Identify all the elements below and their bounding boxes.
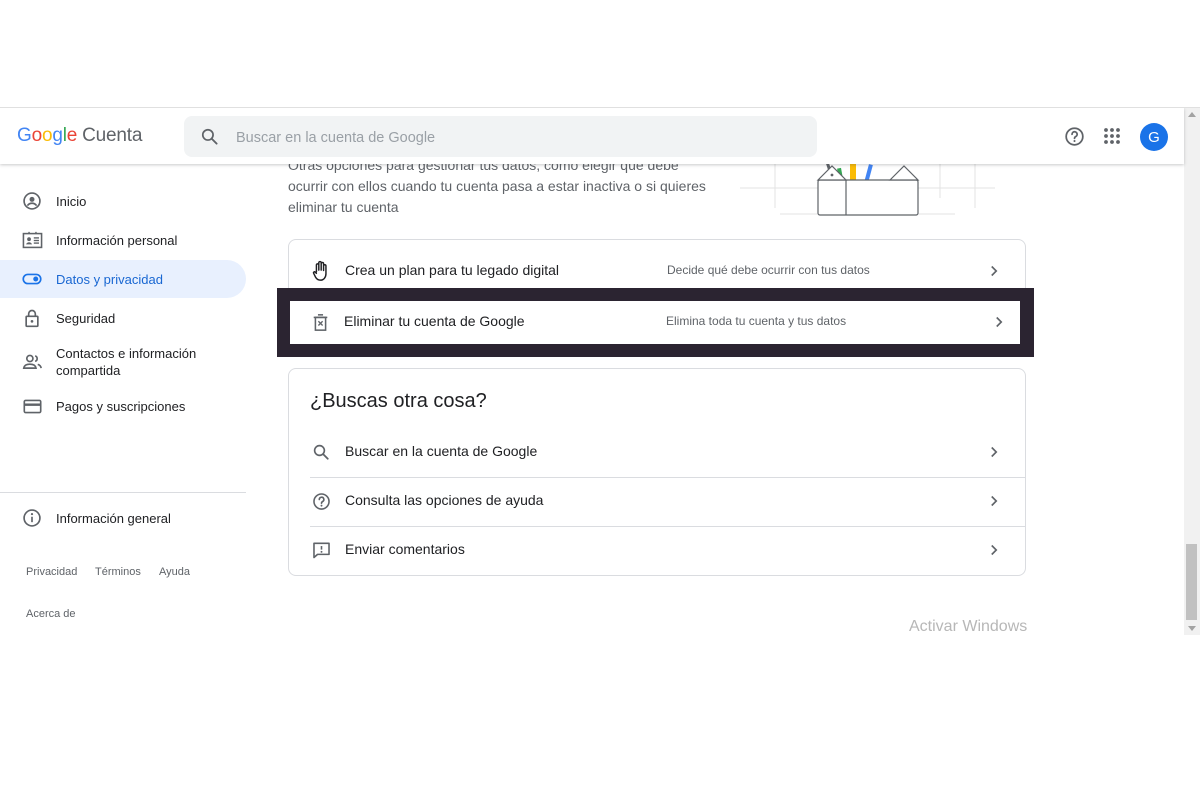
sidebar-item-label: Información personal — [56, 232, 178, 248]
chevron-right-icon — [996, 316, 1003, 328]
option-title: Consulta las opciones de ayuda — [345, 492, 544, 508]
sidebar-item-label: Inicio — [56, 193, 87, 209]
option-title: Enviar comentarios — [345, 541, 465, 557]
footer-terms-link[interactable]: Términos — [95, 566, 141, 578]
page-scrollbar[interactable] — [1184, 108, 1200, 635]
browser-viewport: GoogleCuenta G Inicio — [0, 107, 1200, 635]
windows-activation-watermark: Activar Windows — [909, 618, 1028, 635]
people-icon — [21, 351, 43, 373]
card-title: ¿Buscas otra cosa? — [310, 390, 487, 412]
sidebar-item-seguridad[interactable]: Seguridad — [0, 299, 246, 337]
highlight-box: Eliminar tu cuenta de Google Elimina tod… — [277, 288, 1034, 357]
footer-about-link[interactable]: Acerca de — [26, 608, 76, 620]
sidebar-item-label: Datos y privacidad — [56, 271, 163, 287]
sidebar-divider — [0, 492, 246, 493]
help-icon[interactable] — [1063, 125, 1085, 147]
sidebar-item-label: Pagos y suscripciones — [56, 398, 186, 414]
search-box[interactable] — [184, 116, 817, 159]
sidebar-item-pagos[interactable]: Pagos y suscripciones — [0, 387, 246, 425]
scroll-up-arrow-icon[interactable] — [1188, 112, 1196, 117]
sidebar-nav: Inicio Información personal Datos y priv… — [0, 164, 246, 634]
delete-account-row-content[interactable]: Eliminar tu cuenta de Google Elimina tod… — [288, 298, 1024, 347]
option-title: Crea un plan para tu legado digital — [345, 262, 560, 278]
option-title: Eliminar tu cuenta de Google — [344, 313, 525, 329]
feedback-icon — [310, 539, 332, 561]
footer-help-link[interactable]: Ayuda — [159, 566, 190, 578]
avatar[interactable]: G — [1140, 123, 1168, 151]
sidebar-item-contactos[interactable]: Contactos e información compartida — [0, 338, 246, 386]
apps-grid-icon[interactable] — [1101, 125, 1123, 147]
option-description: Decide qué debe ocurrir con tus datos — [667, 263, 870, 277]
delete-icon — [309, 311, 331, 333]
scroll-down-arrow-icon[interactable] — [1188, 626, 1196, 631]
option-title: Buscar en la cuenta de Google — [345, 443, 538, 459]
lock-icon — [21, 307, 43, 329]
sidebar-item-inicio[interactable]: Inicio — [0, 182, 246, 220]
help-icon — [310, 490, 332, 512]
scrollbar-thumb[interactable] — [1186, 544, 1197, 620]
top-bar: GoogleCuenta G — [0, 108, 1184, 164]
chevron-right-icon — [991, 446, 998, 458]
id-card-icon — [21, 229, 43, 251]
sidebar-item-label: Información general — [56, 510, 171, 526]
google-account-logo[interactable]: Google Cuenta — [17, 125, 142, 147]
account-circle-icon — [21, 190, 43, 212]
product-name: Cuenta — [82, 125, 143, 146]
option-description: Elimina toda tu cuenta y tus datos — [666, 314, 847, 328]
sidebar-item-label: Contactos e información compartida — [56, 346, 197, 378]
toggle-icon — [21, 268, 43, 290]
chevron-right-icon — [991, 544, 998, 556]
search-icon — [310, 441, 332, 463]
chevron-right-icon — [991, 265, 998, 277]
hand-icon — [310, 260, 332, 282]
section-description: Otras opciones para gestionar tus datos,… — [288, 157, 706, 215]
chevron-right-icon — [991, 495, 998, 507]
sidebar-item-informacion-personal[interactable]: Información personal — [0, 221, 246, 259]
sidebar-item-informacion-general[interactable]: Información general — [0, 499, 246, 537]
send-feedback-row[interactable]: Enviar comentarios — [289, 526, 1025, 575]
footer-privacy-link[interactable]: Privacidad — [26, 566, 77, 578]
search-icon — [201, 128, 218, 145]
delete-account-row[interactable]: Eliminar tu cuenta de Google Elimina tod… — [290, 301, 1020, 344]
sidebar-item-label: Seguridad — [56, 310, 116, 326]
search-input[interactable] — [234, 116, 798, 159]
info-icon — [21, 507, 43, 529]
search-account-row[interactable]: Buscar en la cuenta de Google — [289, 428, 1025, 477]
credit-card-icon — [21, 395, 43, 417]
other-options-card: ¿Buscas otra cosa? Buscar en la cuenta d… — [288, 368, 1026, 576]
help-options-row[interactable]: Consulta las opciones de ayuda — [289, 477, 1025, 526]
sidebar-item-datos-y-privacidad[interactable]: Datos y privacidad — [0, 260, 246, 298]
